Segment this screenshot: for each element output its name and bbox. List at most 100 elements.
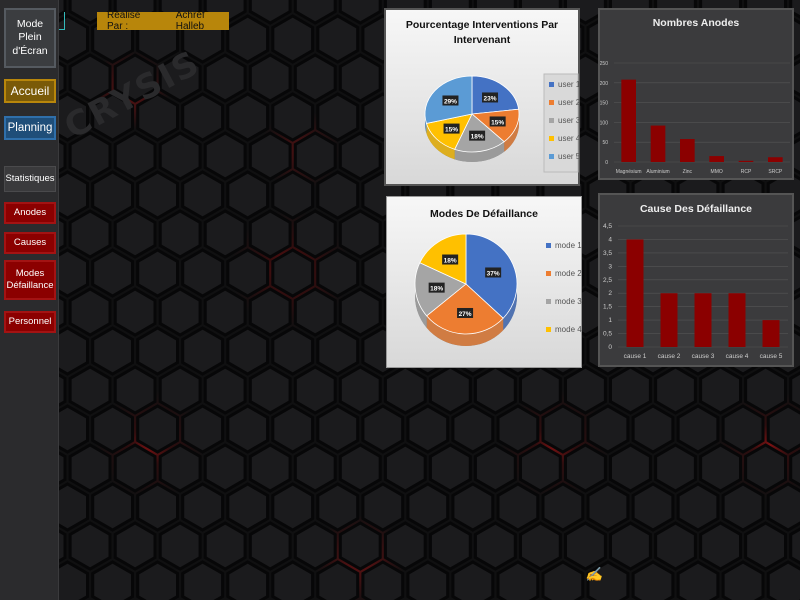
hex-cell: [68, 521, 112, 571]
causes-category-label: cause 4: [726, 353, 749, 360]
hex-cell: [789, 527, 800, 565]
modes-defaillance-button[interactable]: Modes Défaillance: [4, 260, 56, 300]
anodes-ytick-label: 250: [600, 61, 608, 67]
hex-cell: [766, 404, 800, 454]
interventions-legend-swatch: [549, 100, 554, 105]
hex-cell: [271, 14, 315, 64]
hex-cell: [699, 365, 742, 415]
hex-cell: [293, 443, 337, 493]
hex-cell: [248, 287, 292, 337]
modes-legend-label: mode 3: [555, 297, 582, 306]
hex-cell: [248, 53, 292, 103]
hex-cell: [68, 443, 112, 493]
hex-cell: [316, 170, 360, 220]
anodes-bar-2: [650, 125, 666, 162]
anodes-button[interactable]: Anodes: [4, 202, 56, 224]
hex-cell: [226, 248, 270, 298]
hex-cell: [586, 404, 630, 454]
hex-cell: [136, 170, 179, 220]
causes-bar-3: [694, 293, 712, 347]
hex-cell: [271, 170, 315, 220]
interventions-slice-label: 18%: [469, 130, 486, 141]
author-banner: Réalisé Par : Achref Halleb: [97, 10, 229, 32]
hex-cell: [226, 560, 270, 600]
causes-ytick-label: 4,5: [603, 223, 612, 230]
chart-interventions-svg: 23% 15% 18% 15% 29% user 1 user 2 user 3 user 4 u…: [424, 73, 581, 173]
sidebar: Mode Plein d'Écran Accueil Planning Stat…: [0, 0, 59, 600]
accueil-button[interactable]: Accueil: [4, 79, 56, 103]
hex-cell: [113, 287, 157, 337]
hex-cell: [564, 443, 607, 493]
anodes-bar-4: [709, 156, 724, 162]
hex-cell: [113, 209, 157, 259]
anodes-category-label: Aluminium: [646, 169, 669, 175]
hex-cell: [428, 443, 472, 493]
hex-cell: [338, 53, 382, 103]
hex-cell: [91, 170, 134, 220]
hex-cell: [293, 131, 337, 181]
hex-cell: [406, 560, 450, 600]
chart-causes: Cause Des Défaillance 0 0,5 1 1,5 2 2,5 3 3,5 4 4…: [598, 193, 794, 367]
hex-cell: [316, 482, 360, 532]
hex-cell: [226, 404, 270, 454]
hex-cell: [631, 404, 675, 454]
modes-legend-swatch: [546, 271, 551, 276]
hex-cell: [564, 365, 607, 415]
hex-cell: [136, 248, 179, 298]
hex-cell: [113, 521, 157, 571]
hex-cell: [473, 443, 517, 493]
interventions-legend-swatch: [549, 136, 554, 141]
hex-cell: [203, 365, 247, 415]
hex-cell: [451, 560, 495, 600]
hex-cell: [744, 365, 787, 415]
anodes-category-label: MMO: [711, 169, 723, 175]
hex-cell: [338, 287, 382, 337]
personnel-button[interactable]: Personnel: [4, 311, 56, 333]
planning-button[interactable]: Planning: [4, 116, 56, 140]
hex-cell: [721, 404, 765, 454]
hex-cell: [609, 443, 652, 493]
statistiques-button[interactable]: Statistiques: [4, 166, 56, 192]
hex-cell: [338, 443, 382, 493]
hex-cell: [293, 209, 337, 259]
modes-slice-label-text: 37%: [487, 270, 500, 277]
causes-category-label: cause 2: [658, 353, 681, 360]
hex-cell: [541, 404, 585, 454]
interventions-slice-label-text: 15%: [445, 127, 458, 134]
causes-button[interactable]: Causes: [4, 232, 56, 254]
interventions-slice-label: 15%: [443, 123, 460, 134]
hex-cell: [68, 365, 112, 415]
hex-cell: [271, 248, 315, 298]
hex-cell: [361, 404, 405, 454]
modes-slice-label: 27%: [457, 307, 474, 318]
hex-cell: [158, 209, 202, 259]
hex-cell: [406, 482, 450, 532]
modes-slice-label: 18%: [428, 282, 445, 293]
causes-ytick-label: 3,5: [603, 250, 612, 257]
hex-cell: [248, 365, 292, 415]
causes-bar-2: [660, 293, 678, 347]
hex-cell: [68, 287, 112, 337]
anodes-category-label: Zinc: [683, 169, 693, 175]
causes-bar-1: [626, 239, 644, 347]
hex-cell: [68, 209, 112, 259]
hex-cell: [91, 326, 134, 376]
interventions-slice-label: 15%: [489, 116, 506, 127]
fullscreen-button[interactable]: Mode Plein d'Écran: [4, 8, 56, 68]
hex-cell: [699, 521, 742, 571]
anodes-ytick-label: 0: [605, 160, 608, 166]
hex-cell: [338, 131, 382, 181]
hex-cell: [519, 521, 562, 571]
chart-modes: Modes De Défaillance 37% 27% 18% 18% mode 1m…: [386, 196, 582, 368]
hex-cell: [766, 482, 800, 532]
hex-cell: [496, 404, 540, 454]
hex-cell: [158, 521, 202, 571]
modes-slice-label: 18%: [442, 254, 459, 265]
hex-cell: [496, 560, 540, 600]
chart-anodes: Nombres Anodes 0 50 100 150 200 250 Magnésium A…: [598, 8, 794, 180]
causes-ytick-label: 1: [608, 317, 612, 324]
hex-cell: [744, 521, 787, 571]
hex-cell: [338, 365, 382, 415]
causes-ytick-label: 4: [608, 236, 612, 243]
interventions-slice-label: 23%: [482, 92, 499, 103]
